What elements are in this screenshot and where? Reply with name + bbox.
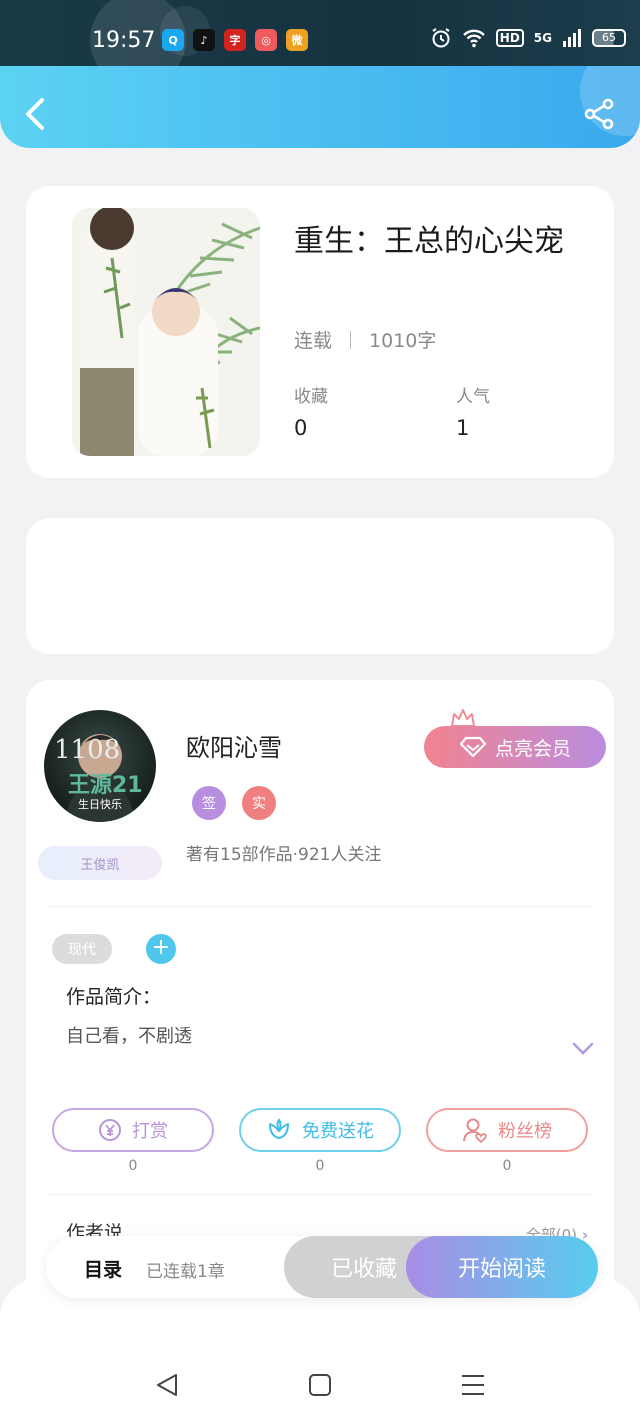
weibo-icon: 微 [286, 29, 308, 51]
signal-5g: 5G [533, 31, 552, 45]
intro-label: 作品简介： [66, 986, 162, 1008]
reward-label: 打赏 [132, 1121, 168, 1142]
nav-home-icon[interactable] [307, 1372, 333, 1398]
chevron-down-icon[interactable] [572, 1042, 594, 1056]
book-title: 重生：王总的心尖宠 [294, 224, 564, 259]
tiktok-icon: ♪ [193, 29, 215, 51]
reward-button[interactable]: 打赏 [52, 1108, 214, 1152]
system-icons: HD 5G 65 [430, 27, 626, 49]
news-icon: 字 [224, 29, 246, 51]
notification-icons: Q ♪ 字 ◎ 微 [162, 29, 308, 51]
hd-icon: HD [495, 29, 524, 47]
system-nav-bar [0, 1278, 640, 1422]
divider [48, 906, 592, 907]
verified-badge: 实 [242, 786, 276, 820]
reward-count: 0 [128, 1158, 138, 1174]
alarm-icon [432, 28, 450, 48]
start-reading-label: 开始阅读 [457, 1257, 546, 1282]
book-cover[interactable] [72, 208, 260, 456]
popularity-label: 人气 [456, 387, 490, 407]
user-heart-icon [463, 1118, 487, 1143]
collected-label: 已收藏 [330, 1257, 397, 1282]
fan-rank-label: 粉丝榜 [498, 1121, 552, 1142]
battery-icon: 65 [592, 29, 626, 47]
avatar-image: 1108 王源21 生日快乐 [54, 734, 143, 822]
start-reading-button[interactable]: 开始阅读 [406, 1236, 598, 1298]
genre-tag[interactable]: 现代 [52, 934, 112, 964]
cover-illustration [72, 208, 260, 456]
qq-icon: Q [162, 29, 184, 51]
book-status: 连载 [294, 330, 333, 352]
status-bar: 19:57 Q ♪ 字 ◎ 微 HD 5G 65 [0, 0, 640, 88]
wifi-icon [462, 29, 485, 48]
nav-back-icon[interactable] [154, 1372, 180, 1398]
favorites-value: 0 [294, 416, 308, 440]
crown-icon [451, 709, 475, 727]
diamond-icon [459, 736, 487, 758]
book-meta: 连载 1010字 [294, 326, 436, 353]
send-flower-label: 免费送花 [302, 1121, 374, 1142]
meta-divider [350, 330, 352, 349]
send-flower-button[interactable]: 免费送花 [239, 1108, 401, 1152]
avatar[interactable]: 1108 王源21 生日快乐 [44, 710, 156, 822]
toc-chapter-count: 已连载1章 [146, 1262, 225, 1282]
divider [48, 1194, 592, 1195]
vip-button-label: 点亮会员 [494, 737, 571, 760]
favorites-label: 收藏 [294, 387, 328, 407]
yen-icon [99, 1119, 121, 1141]
avatar-caption: 王源21 [68, 773, 143, 798]
vip-button[interactable]: 点亮会员 [424, 726, 606, 768]
fan-tag: 王俊凯 [38, 846, 162, 880]
add-tag-button[interactable]: + [146, 934, 176, 964]
intro-text: 自己看，不剧透 [66, 1026, 192, 1047]
back-icon[interactable] [22, 96, 46, 132]
status-time: 19:57 [92, 28, 156, 53]
share-icon[interactable] [584, 98, 616, 130]
book-info-card: 重生：王总的心尖宠 连载 1010字 收藏 0 人气 1 [26, 186, 614, 478]
toc-button[interactable]: 目录 [84, 1255, 122, 1282]
nav-menu-icon[interactable] [460, 1372, 486, 1398]
signal-icon [563, 29, 581, 47]
signed-badge: 签 [192, 786, 226, 820]
popularity-value: 1 [456, 416, 470, 440]
author-stats: 著有15部作品·921人关注 [186, 845, 382, 865]
fan-rank-button[interactable]: 粉丝榜 [426, 1108, 588, 1152]
avatar-date: 1108 [54, 735, 120, 765]
flower-count: 0 [315, 1158, 325, 1174]
blank-card [26, 518, 614, 654]
app-icon: ◎ [255, 29, 277, 51]
fan-count: 0 [502, 1158, 512, 1174]
flower-icon [269, 1118, 289, 1139]
book-word-count: 1010字 [369, 330, 437, 352]
author-name[interactable]: 欧阳沁雪 [186, 728, 282, 763]
top-header [0, 66, 640, 148]
avatar-subcaption: 生日快乐 [78, 797, 122, 811]
bottom-action-bar: 目录 已连载1章 已收藏 开始阅读 [46, 1236, 598, 1298]
